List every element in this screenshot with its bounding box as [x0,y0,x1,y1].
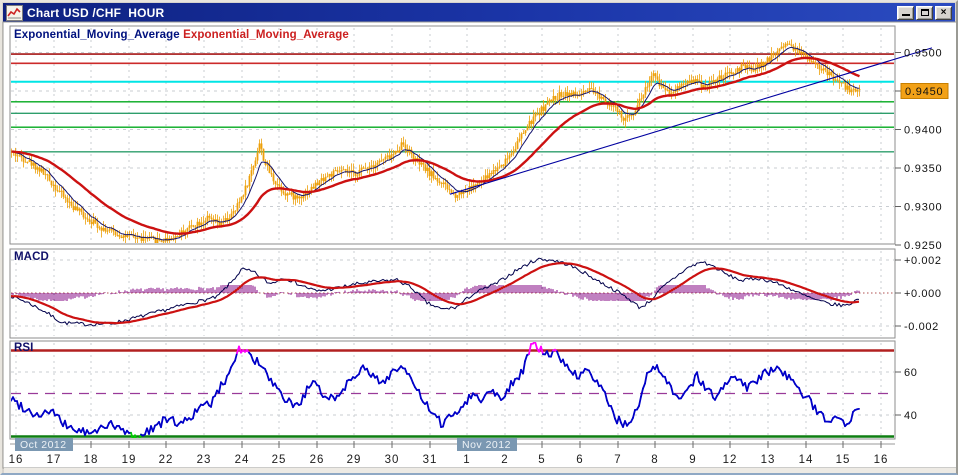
svg-text:17: 17 [47,454,62,466]
svg-text:7: 7 [614,454,621,466]
svg-text:15: 15 [836,454,851,466]
bottom-strip [4,468,956,473]
svg-text:13: 13 [761,454,776,466]
macd-panel-label: MACD [14,251,49,263]
ema-label-1: Exponential_Moving_Average [14,29,180,41]
svg-text:60: 60 [904,367,917,379]
svg-text:30: 30 [385,454,400,466]
svg-text:19: 19 [122,454,137,466]
ema-label-2: Exponential_Moving_Average [183,29,349,41]
svg-text:2: 2 [501,454,508,466]
svg-text:29: 29 [347,454,362,466]
svg-text:8: 8 [651,454,658,466]
svg-text:9: 9 [689,454,696,466]
svg-text:0.9400: 0.9400 [904,125,942,137]
svg-text:0.9300: 0.9300 [904,202,942,214]
svg-text:1: 1 [463,454,470,466]
svg-text:0.9450: 0.9450 [905,86,943,98]
svg-text:26: 26 [310,454,325,466]
svg-text:16: 16 [9,454,24,466]
chart-canvas[interactable]: 0.95000.94500.94000.93500.93000.92500.94… [2,2,958,475]
rsi-panel[interactable] [9,340,896,440]
indicator-labels: Exponential_Moving_Average Exponential_M… [14,29,349,41]
svg-text:12: 12 [723,454,738,466]
svg-text:+0.002: +0.002 [904,255,942,267]
svg-text:23: 23 [197,454,212,466]
rsi-panel-label: RSI [14,342,34,354]
svg-text:6: 6 [576,454,583,466]
chart-window: Chart USD /CHF HOUR × 0.95000.94500.9400… [0,0,958,475]
svg-text:-0.002: -0.002 [904,321,939,333]
svg-text:18: 18 [84,454,99,466]
svg-text:16: 16 [874,454,889,466]
main-panel[interactable] [9,25,896,245]
svg-text:0.9250: 0.9250 [904,240,942,252]
svg-text:+0.000: +0.000 [904,288,942,300]
svg-text:Nov 2012: Nov 2012 [462,439,511,451]
svg-text:25: 25 [272,454,287,466]
svg-text:40: 40 [904,410,917,422]
svg-text:Oct 2012: Oct 2012 [20,439,67,451]
svg-text:5: 5 [538,454,545,466]
svg-text:0.9500: 0.9500 [904,48,942,60]
svg-text:14: 14 [799,454,814,466]
svg-text:0.9350: 0.9350 [904,163,942,175]
svg-text:22: 22 [159,454,174,466]
svg-text:31: 31 [423,454,438,466]
svg-text:24: 24 [235,454,250,466]
